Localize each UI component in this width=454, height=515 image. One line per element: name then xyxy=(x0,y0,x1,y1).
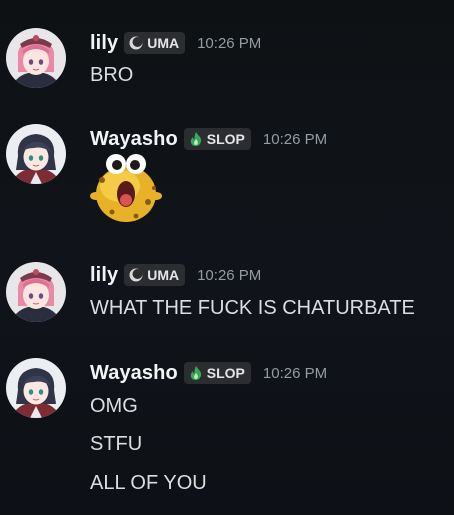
message-text: BRO xyxy=(90,64,134,86)
timestamp[interactable]: 10:26 PM xyxy=(263,131,327,148)
moon-icon xyxy=(128,35,144,51)
flame-icon xyxy=(188,365,204,381)
chat-message-list: lily UMA 10:26 PM BRO Wayasho SLOP 10:26… xyxy=(0,0,454,515)
username[interactable]: lily xyxy=(90,264,118,287)
message-header: Wayasho SLOP 10:26 PM xyxy=(90,126,327,152)
avatar-lily[interactable] xyxy=(6,262,66,322)
timestamp[interactable]: 10:26 PM xyxy=(263,365,327,382)
username[interactable]: Wayasho xyxy=(90,128,178,151)
server-tag[interactable]: UMA xyxy=(124,264,186,286)
timestamp[interactable]: 10:26 PM xyxy=(197,267,261,284)
message-group: lily UMA 10:26 PM WHAT THE FUCK IS CHATU… xyxy=(0,250,454,350)
message-group: Wayasho SLOP 10:26 PM OMG STFU ALL OF YO… xyxy=(0,350,454,515)
message-header: Wayasho SLOP 10:26 PM xyxy=(90,360,327,386)
message-group: lily UMA 10:26 PM BRO xyxy=(0,0,454,120)
server-tag-label: SLOP xyxy=(206,365,245,381)
message-text: WHAT THE FUCK IS CHATURBATE xyxy=(90,297,415,319)
message-text: ALL OF YOU xyxy=(90,472,207,494)
username[interactable]: lily xyxy=(90,32,118,55)
yellow-blob-sticker[interactable] xyxy=(88,150,164,233)
server-tag-label: SLOP xyxy=(206,131,245,147)
flame-icon xyxy=(188,131,204,147)
server-tag-label: UMA xyxy=(147,267,180,283)
avatar-wayasho[interactable] xyxy=(6,124,66,184)
message-header: lily UMA 10:26 PM xyxy=(90,262,261,288)
server-tag[interactable]: SLOP xyxy=(183,362,251,384)
username[interactable]: Wayasho xyxy=(90,362,178,385)
message-header: lily UMA 10:26 PM xyxy=(90,30,261,56)
server-tag[interactable]: UMA xyxy=(124,32,186,54)
message-text: OMG xyxy=(90,395,138,417)
server-tag[interactable]: SLOP xyxy=(183,128,251,150)
message-group: Wayasho SLOP 10:26 PM xyxy=(0,120,454,250)
avatar-lily[interactable] xyxy=(6,28,66,88)
message-text: STFU xyxy=(90,433,143,455)
server-tag-label: UMA xyxy=(147,35,180,51)
timestamp[interactable]: 10:26 PM xyxy=(197,35,261,52)
avatar-wayasho[interactable] xyxy=(6,358,66,418)
moon-icon xyxy=(128,267,144,283)
